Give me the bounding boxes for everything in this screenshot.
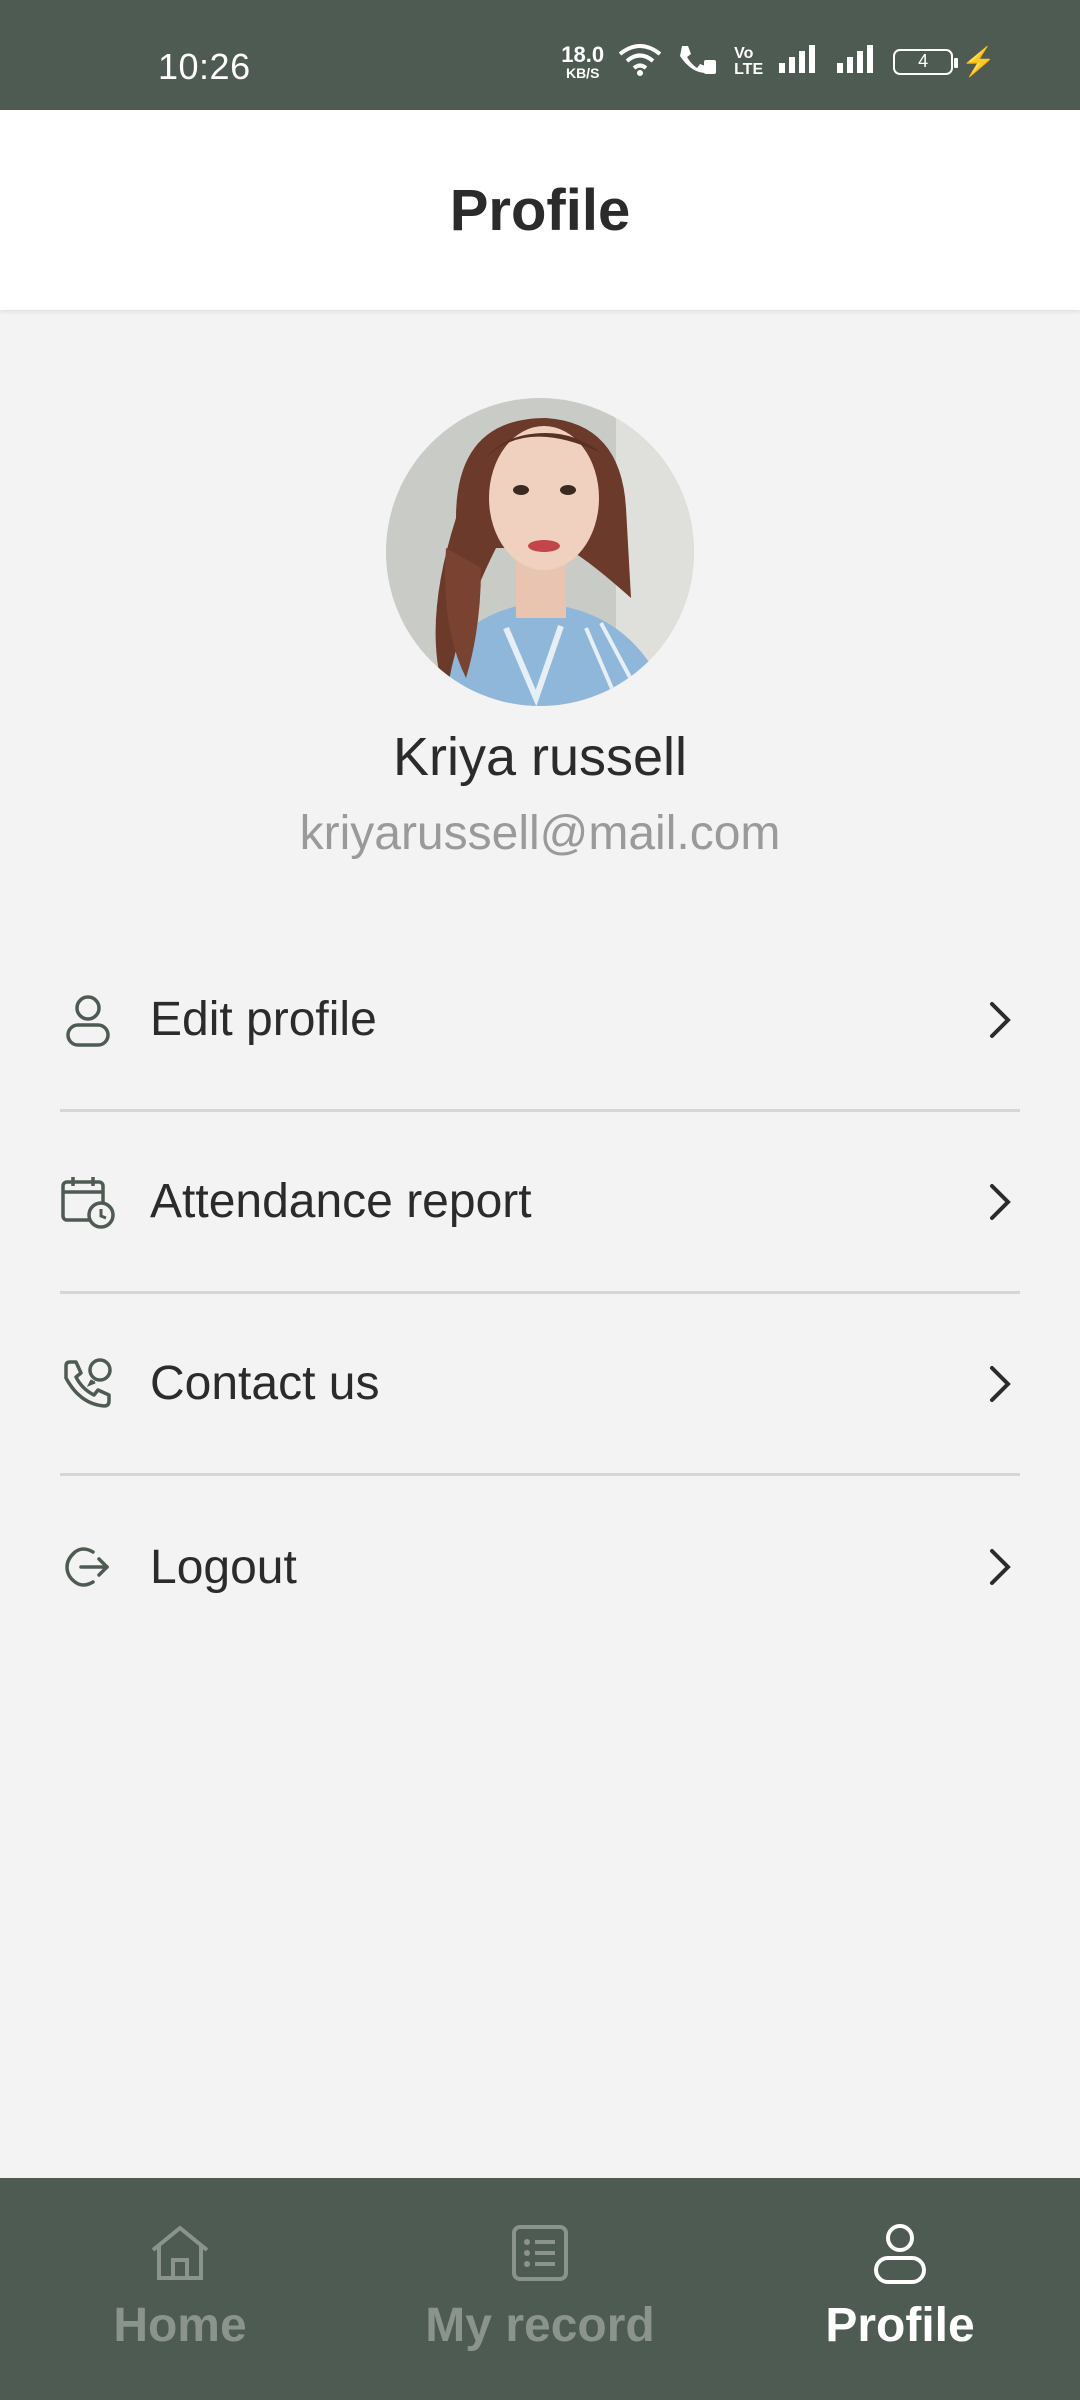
user-name: Kriya russell [392,727,688,787]
menu-item-label: Logout [150,1540,297,1594]
battery-icon: 4 [893,48,959,75]
chevron-right-icon [980,1547,1020,1587]
wifi-icon [618,42,662,81]
nav-item-label: Home [113,2299,247,2352]
user-icon [60,992,116,1048]
menu-item-attendance-report[interactable]: Attendance report [60,1112,1020,1294]
nav-item-label: Profile [825,2299,975,2352]
chevron-right-icon [980,1182,1020,1222]
status-bar: 10:26 18.0 KB/S Vo LTE 4 ⚡ [0,0,1080,110]
wifi-calling-icon [676,42,720,81]
network-speed-unit: KB/S [565,64,600,81]
logout-icon [60,1539,116,1595]
status-time: 10:26 [158,46,251,87]
signal-icon [777,43,821,80]
nav-item-label: My record [425,2299,655,2352]
network-speed: 18.0 KB/S [561,41,605,81]
menu-item-label: Contact us [150,1357,380,1410]
page-title: Profile [449,177,631,243]
phone-chat-icon [60,1356,116,1412]
calendar-clock-icon [60,1174,116,1230]
nav-item-profile[interactable]: Profile [720,2178,1080,2400]
menu-item-label: Edit profile [150,993,377,1046]
menu-item-logout[interactable]: Logout [60,1476,1020,1658]
battery-level: 4 [918,51,929,71]
user-email: kriyarussell@mail.com [299,807,781,860]
list-icon [505,2218,575,2288]
user-icon [865,2218,935,2288]
menu-item-contact-us[interactable]: Contact us [60,1294,1020,1476]
chevron-right-icon [980,1364,1020,1404]
profile-menu: Edit profile Attendance report Contact u… [60,930,1020,1658]
avatar [386,398,694,706]
bottom-nav: Home My record Profile [0,2178,1080,2400]
signal-icon-2 [835,43,879,80]
home-icon [145,2218,215,2288]
status-icons: 18.0 KB/S Vo LTE 4 ⚡ [561,42,996,81]
chevron-right-icon [980,1000,1020,1040]
app-header: Profile [0,110,1080,310]
nav-item-my-record[interactable]: My record [360,2178,720,2400]
menu-item-edit-profile[interactable]: Edit profile [60,930,1020,1112]
volte-indicator: Vo LTE [734,44,764,78]
charging-icon: ⚡ [961,46,996,77]
volte-top-label: Vo [734,44,754,62]
nav-item-home[interactable]: Home [0,2178,360,2400]
menu-item-label: Attendance report [150,1175,532,1228]
network-speed-value: 18.0 [561,41,605,67]
volte-bottom-label: LTE [734,60,764,78]
